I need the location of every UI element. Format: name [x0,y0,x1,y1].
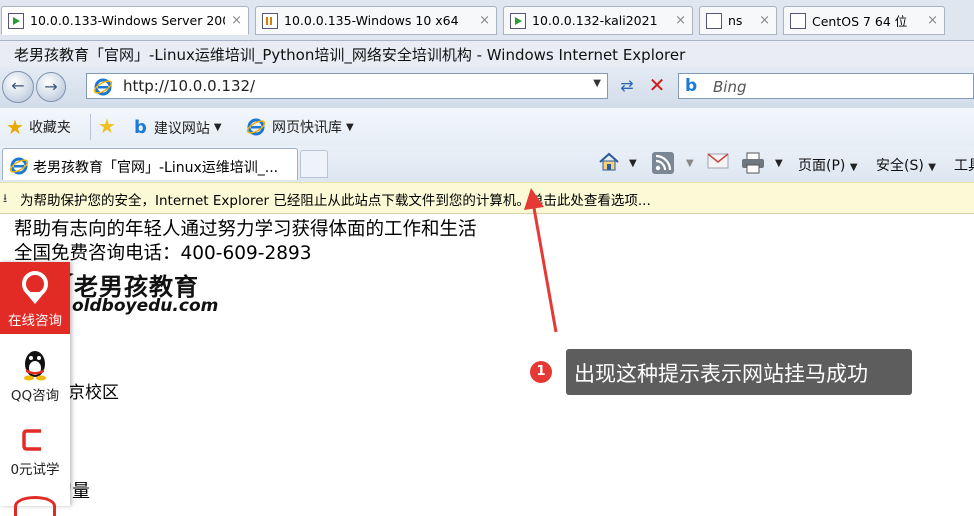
online-consult-button[interactable]: 在线咨询 [0,262,70,334]
vm-tab-centos[interactable]: CentOS 7 64 位 × [783,6,945,35]
web-slice-gallery-label: 网页快讯库 [272,120,342,136]
vm-tab-label: CentOS 7 64 位 [812,14,908,29]
tab-and-command-bar: 老男孩教育「官网」-Linux运维培训_... ▼ ▼ ▼ 页面(P) ▼ 安全… [0,146,974,182]
bing-logo-icon: b [685,76,698,96]
chevron-down-icon[interactable]: ▼ [775,158,783,169]
new-tab-button[interactable] [300,150,328,178]
online-consult-label: 在线咨询 [8,313,62,329]
logo-english-name: oldboyedu.com [72,296,219,316]
search-box[interactable]: b Bing [678,73,974,99]
information-bar[interactable]: ⭳ 为帮助保护您的安全，Internet Explorer 已经阻止从此站点下载… [0,182,974,214]
qq-consult-button[interactable]: QQ咨询 [0,334,70,406]
download-blocked-icon: ⭳ [3,191,8,205]
location-pin-icon [22,271,48,304]
home-icon [599,152,619,171]
close-icon[interactable]: × [927,13,938,28]
vm-running-icon [8,12,24,29]
suggested-sites-label: 建议网站 [153,120,210,137]
vm-tab-label: 10.0.0.135-Windows 10 x64 [284,13,459,28]
address-dropdown-icon[interactable]: ▼ [593,78,601,89]
close-icon[interactable]: × [675,13,686,28]
free-trial-label: 0元试学 [10,462,60,478]
qq-consult-label: QQ咨询 [10,388,60,404]
print-button[interactable] [740,152,766,178]
vm-off-icon [790,12,806,29]
back-arrow-icon: ← [11,76,25,95]
navigation-bar: ← → http://10.0.0.132/ ▼ ⇄ ✕ b Bing [0,66,974,108]
rss-feed-icon [652,152,674,174]
safety-menu-button[interactable]: 安全(S) ▼ [876,155,936,175]
campus-link-partial[interactable]: 京校区 [68,378,119,403]
close-icon[interactable]: × [231,13,242,28]
browser-tab-active[interactable]: 老男孩教育「官网」-Linux运维培训_... [2,148,298,180]
chevron-down-icon: ▼ [849,162,858,173]
forward-arrow-icon: → [44,77,58,96]
annotation-text: 出现这种提示表示网站挂马成功 [574,362,868,386]
window-title-bar: 老男孩教育「官网」-Linux运维培训_Python培训_网络安全培训机构 - … [0,40,974,67]
chevron-down-icon: ▼ [928,162,936,173]
chevron-down-icon: ▼ [213,122,222,133]
vm-tab-ns[interactable]: ns × [699,6,777,35]
side-consult-panel: 在线咨询 QQ咨询 0元试学 [0,262,70,516]
page-menu-label: 页面(P) [798,158,846,174]
close-icon[interactable]: × [479,13,490,28]
vm-running-icon [510,12,526,29]
search-placeholder: Bing [713,78,747,96]
favorites-button[interactable]: ★ 收藏夹 [6,117,71,137]
back-button[interactable]: ← [2,71,34,103]
ie-logo-icon [9,157,29,175]
page-slogan: 帮助有志向的年轻人通过努力学习获得体面的工作和生活 [14,219,477,240]
printer-icon [742,152,764,174]
vm-tab-win2003[interactable]: 10.0.0.133-Windows Server 2003 × [1,6,249,35]
chevron-down-icon[interactable]: ▼ [686,158,694,169]
web-slice-gallery-button[interactable]: 网页快讯库 ▼ [246,117,354,137]
ie-logo-icon [246,118,266,136]
add-favorite-star-icon: ★ [98,114,116,138]
vm-tab-label: 10.0.0.133-Windows Server 2003 [30,13,226,28]
information-bar-message: 为帮助保护您的安全，Internet Explorer 已经阻止从此站点下载文件… [20,193,651,209]
close-icon[interactable]: × [759,13,770,28]
free-trial-button[interactable]: 0元试学 [0,410,70,480]
browser-tab-title: 老男孩教育「官网」-Linux运维培训_... [33,160,279,176]
tools-menu-label: 工具 [954,158,974,174]
ie-logo-icon [93,78,113,96]
qq-penguin-icon [24,351,46,381]
annotation-badge: 1 [530,361,552,383]
safety-menu-label: 安全(S) [876,158,924,174]
bing-icon: b [134,117,147,138]
read-mail-button[interactable] [707,152,729,174]
feeds-button[interactable] [652,152,674,178]
tools-menu-button[interactable]: 工具 [954,155,974,175]
vm-tab-strip: 10.0.0.133-Windows Server 2003 × 10.0.0.… [0,0,974,40]
mail-icon [707,153,729,169]
window-title: 老男孩教育「官网」-Linux运维培训_Python培训_网络安全培训机构 - … [14,46,686,64]
star-icon: ★ [6,115,24,139]
chevron-down-icon[interactable]: ▼ [629,158,637,169]
refresh-button[interactable]: ⇄ [614,73,640,99]
forward-button[interactable]: → [36,72,66,102]
vm-paused-icon [262,12,278,29]
add-to-favorites-button[interactable]: ★ [98,114,121,138]
stop-icon: ✕ [648,73,666,97]
vm-off-icon [706,12,722,29]
toolbar-divider [90,114,91,140]
vm-tab-label: ns [728,13,743,28]
home-button[interactable] [598,152,620,176]
refresh-icon: ⇄ [620,76,634,95]
annotation-callout: 出现这种提示表示网站挂马成功 [566,349,912,395]
partial-side-icon [14,496,56,516]
favorites-bar: ★ 收藏夹 ★ b 建议网站 ▼ 网页快讯库 ▼ [0,108,974,147]
stop-button[interactable]: ✕ [644,73,670,99]
address-bar[interactable]: http://10.0.0.132/ ▼ [86,73,608,99]
vm-tab-kali[interactable]: 10.0.0.132-kali2021 × [503,6,693,35]
trial-icon [22,429,41,451]
vm-tab-win10[interactable]: 10.0.0.135-Windows 10 x64 × [255,6,497,35]
page-menu-button[interactable]: 页面(P) ▼ [798,155,858,175]
vm-tab-label: 10.0.0.132-kali2021 [532,13,658,28]
chevron-down-icon: ▼ [346,121,354,133]
suggested-sites-button[interactable]: b 建议网站 ▼ [134,117,222,138]
address-url: http://10.0.0.132/ [123,77,256,95]
favorites-label: 收藏夹 [28,120,71,136]
